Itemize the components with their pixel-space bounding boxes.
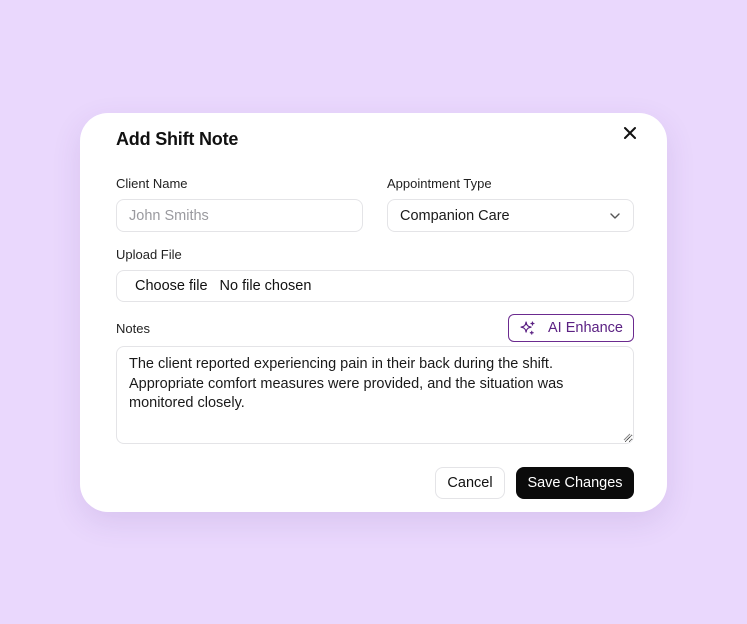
- client-name-label: Client Name: [116, 176, 188, 191]
- save-changes-button[interactable]: Save Changes: [516, 467, 634, 499]
- ai-enhance-label: AI Enhance: [548, 320, 623, 336]
- appointment-type-value: Companion Care: [400, 207, 510, 224]
- close-icon[interactable]: [622, 125, 638, 141]
- choose-file-button[interactable]: Choose file: [135, 278, 208, 294]
- notes-text: The client reported experiencing pain in…: [129, 356, 564, 411]
- notes-label: Notes: [116, 321, 150, 336]
- file-upload-input[interactable]: Choose file No file chosen: [116, 270, 634, 302]
- dialog-title: Add Shift Note: [116, 129, 239, 149]
- appointment-type-label: Appointment Type: [387, 176, 492, 191]
- add-shift-note-dialog: Add Shift Note Client Name Appointment T…: [80, 113, 667, 512]
- chevron-down-icon: [610, 212, 620, 219]
- sparkles-icon: [520, 320, 535, 335]
- appointment-type-select[interactable]: Companion Care: [387, 199, 634, 232]
- ai-enhance-button[interactable]: AI Enhance: [508, 314, 634, 342]
- client-name-input[interactable]: [116, 199, 363, 232]
- resize-handle-icon[interactable]: [623, 433, 631, 441]
- upload-file-label: Upload File: [116, 247, 182, 262]
- notes-textarea[interactable]: The client reported experiencing pain in…: [116, 346, 634, 444]
- cancel-button[interactable]: Cancel: [435, 467, 505, 499]
- file-status: No file chosen: [219, 278, 312, 294]
